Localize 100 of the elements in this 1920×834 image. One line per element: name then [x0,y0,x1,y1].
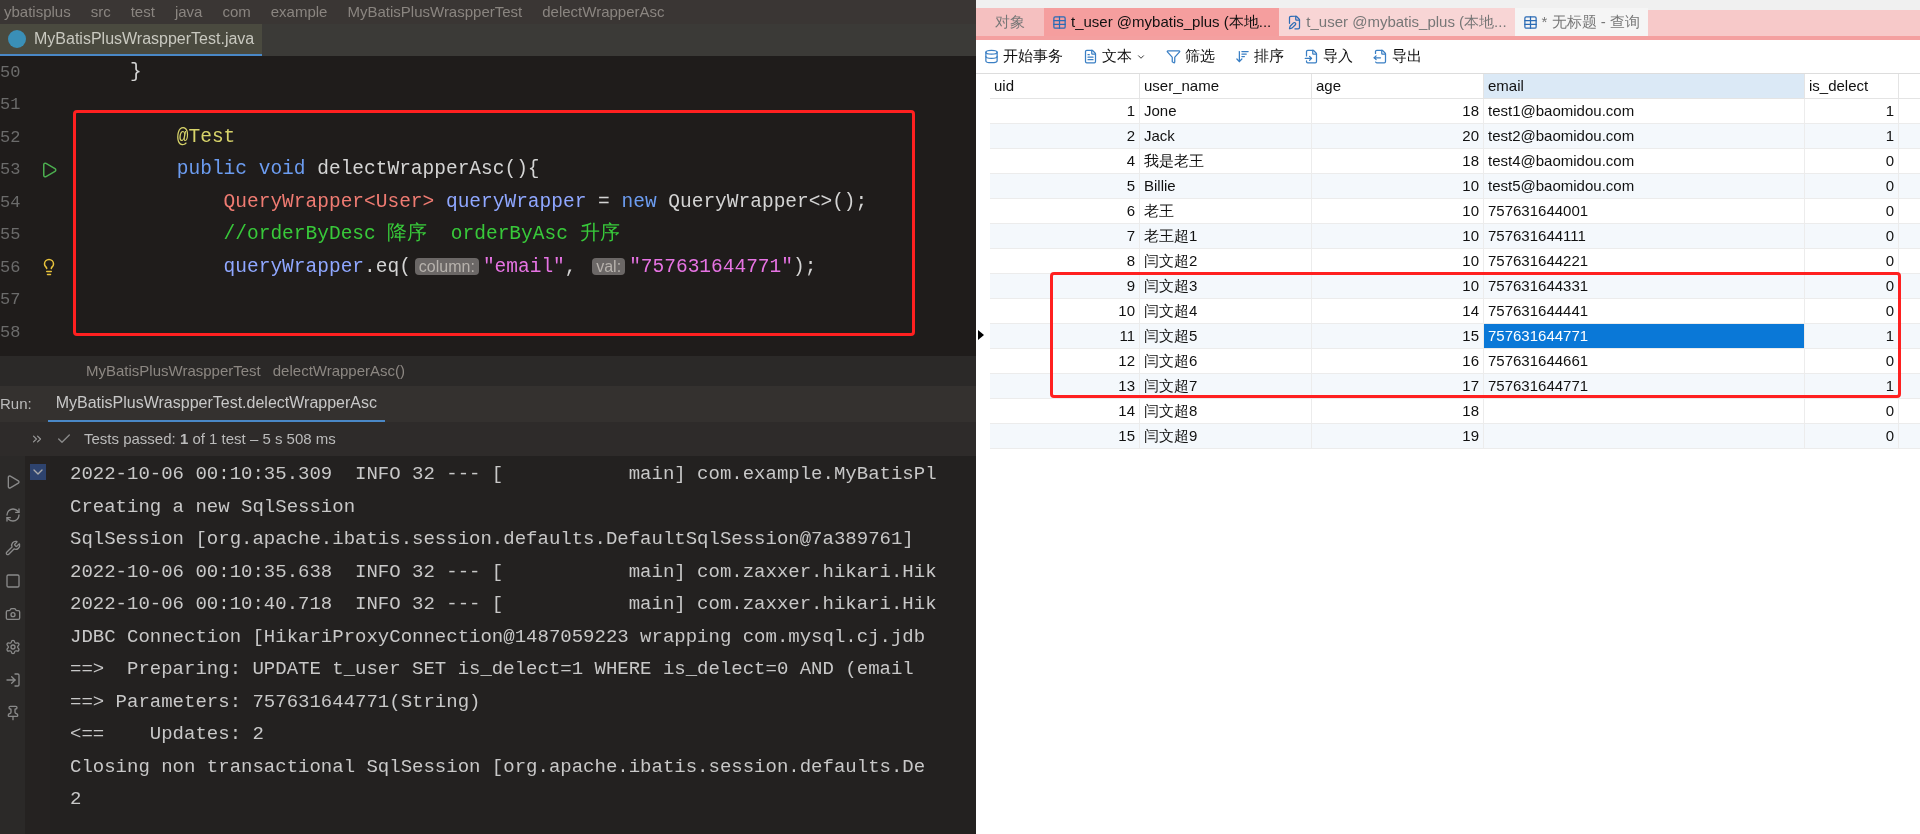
table-cell-text: 10 [1462,225,1479,246]
table-icon [1052,14,1067,30]
table-cell-text: 7 [1126,225,1135,246]
tool-icon[interactable] [4,507,21,523]
table-cell-text: 757631644771 [1488,375,1589,396]
table-cell-text: 15 [1462,325,1479,346]
toolbar-button[interactable]: 开始事务 [980,45,1067,68]
console-line: 2022-10-06 00:10:35.638 INFO 32 --- [ main] com.zaxxer.hikari.Hik [70,559,937,585]
table-cell-text: 闫文超6 [1144,350,1198,371]
table-row[interactable]: 1 Jone 18 test1@baomidou.com 1 [990,99,1920,124]
editor-tab[interactable]: MyBatisPlusWraspperTest.java [0,24,263,56]
export-icon [1373,49,1388,64]
fold-icon[interactable] [29,464,46,480]
import-icon [1304,49,1319,64]
toolbar-button[interactable]: 导入 [1300,45,1357,68]
table-cell-text: 闫文超2 [1144,250,1198,271]
table-cell-text: 0 [1885,150,1894,171]
table-row[interactable]: 8 闫文超2 10 757631644221 0 [990,249,1920,274]
console-line: Closing non transactional SqlSession [org.apache.ibatis.session.defaults.De [70,754,926,780]
table-cell-text: Jack [1144,125,1175,146]
table-cell-text: 闫文超5 [1144,325,1198,346]
tool-icon[interactable] [4,573,21,589]
table-cell-text: 11 [1119,325,1135,346]
table-row[interactable]: 5 Billie 10 test5@baomidou.com 0 [990,174,1920,199]
line-number: 55 [0,224,22,246]
table-cell-text: 0 [1885,275,1894,296]
console-line: 2 [70,787,82,812]
console-line: ==> Parameters: 757631644771(String) [70,689,481,715]
table-cell-text: 10 [1462,275,1479,296]
line-number: 56 [0,256,22,279]
table-cell-text: 18 [1462,150,1479,171]
table-cell-text: test2@baomidou.com [1488,125,1635,146]
table-cell-text: 20 [1462,125,1479,146]
table-cell-text: 8 [1126,250,1135,271]
code-line: public void delectWrapperAsc(){ [175,158,540,181]
transaction-icon [984,49,999,64]
table-cell-text: 闫文超9 [1144,425,1198,446]
text-icon [1083,49,1098,64]
toolbar-button[interactable]: 导出 [1369,45,1426,68]
table-cell-text: 757631644001 [1488,200,1589,221]
table-cell-text: 闫文超8 [1144,400,1198,421]
console-line: 2022-10-06 00:10:35.309 INFO 32 --- [ main] com.example.MyBatisPl [70,462,937,487]
table-cell-text: 闫文超3 [1144,275,1198,296]
table-row[interactable]: 15 闫文超9 19 0 [990,424,1920,449]
console-line: JDBC Connection [HikariProxyConnection@1487059223 wrapping com.mysql.cj.jdb [70,624,926,650]
table-cell-text: 我是老王 [1144,150,1204,171]
table-cell-text: 0 [1885,225,1894,246]
table-cell-text: test1@baomidou.com [1488,100,1635,121]
table-row[interactable]: 13 闫文超7 17 757631644771 1 [990,374,1920,399]
table-cell-text: 757631644441 [1488,300,1589,321]
document-tab[interactable]: * 无标题 - 查询 [1514,8,1648,36]
tool-icon[interactable] [4,672,21,688]
table-cell-text: 老王超1 [1144,225,1198,246]
table-row[interactable]: 9 闫文超3 10 757631644331 0 [990,274,1920,299]
toolbar-button[interactable]: 排序 [1231,45,1288,68]
expand-icon[interactable] [30,432,44,446]
table-cell-text: test4@baomidou.com [1488,150,1635,171]
table-cell-text: 1 [1126,100,1135,121]
line-number: 53 [0,159,22,181]
tool-icon[interactable] [4,639,21,655]
breadcrumb-item[interactable]: MyBatisPlusWraspperTest [86,359,261,383]
console-line: <== Updates: 2 [70,722,264,747]
parameter-hint: column: [414,257,479,275]
run-label: Run: [0,393,32,414]
table-cell-text: 10 [1462,250,1479,271]
run-icon[interactable] [40,160,58,179]
table-row[interactable]: 4 我是老王 18 test4@baomidou.com 0 [990,149,1920,174]
table-row[interactable]: 12 闫文超6 16 757631644661 0 [990,349,1920,374]
line-number: 54 [0,191,22,214]
table-row[interactable]: 6 老王 10 757631644001 0 [990,199,1920,224]
tool-icon[interactable] [4,540,21,556]
table-cell-text: test5@baomidou.com [1488,175,1635,196]
table-cell-text: 闫文超4 [1144,300,1198,321]
table-cell-text: 757631644331 [1488,275,1589,296]
code-line: QueryWrapper<User> queryWrapper = new QueryWrapper<>(); [222,190,868,213]
table-cell-text: 0 [1885,200,1894,221]
toolbar-button[interactable]: 筛选 [1162,45,1219,68]
line-number: 58 [0,321,22,344]
table-cell-text: 0 [1885,400,1894,421]
console-line: 2022-10-06 00:10:40.718 INFO 32 --- [ main] com.zaxxer.hikari.Hik [70,592,937,617]
table-row[interactable]: 10 闫文超4 14 757631644441 0 [990,299,1920,324]
tool-icon[interactable] [4,606,21,622]
line-number: 57 [0,289,22,311]
table-icon [1522,14,1538,30]
table-cell-text: 10 [1462,200,1479,221]
table-cell-text: Billie [1144,175,1176,196]
table-cell-text: 0 [1885,350,1894,371]
table-cell-text: 757631644771 [1488,325,1589,346]
table-row[interactable]: 14 闫文超8 18 0 [990,399,1920,424]
table-row[interactable]: 2 Jack 20 test2@baomidou.com 1 [990,124,1920,149]
parameter-hint: val: [592,257,626,275]
breadcrumb-item[interactable]: delectWrapperAsc() [272,359,406,383]
console-line: SqlSession [org.apache.ibatis.session.defaults.DefaultSqlSession@7a389761] [70,527,914,552]
toolbar-button[interactable]: 文本 [1079,45,1150,68]
table-row[interactable]: 7 老王超1 10 757631644111 0 [990,224,1920,249]
column-header[interactable]: email [1484,74,1805,98]
table-cell-text: 老王 [1144,200,1174,221]
table-cell-text: 12 [1118,350,1135,371]
document-tab[interactable]: t_user @mybatis_plus (本地... [1044,8,1280,36]
sort-icon [1235,49,1250,64]
